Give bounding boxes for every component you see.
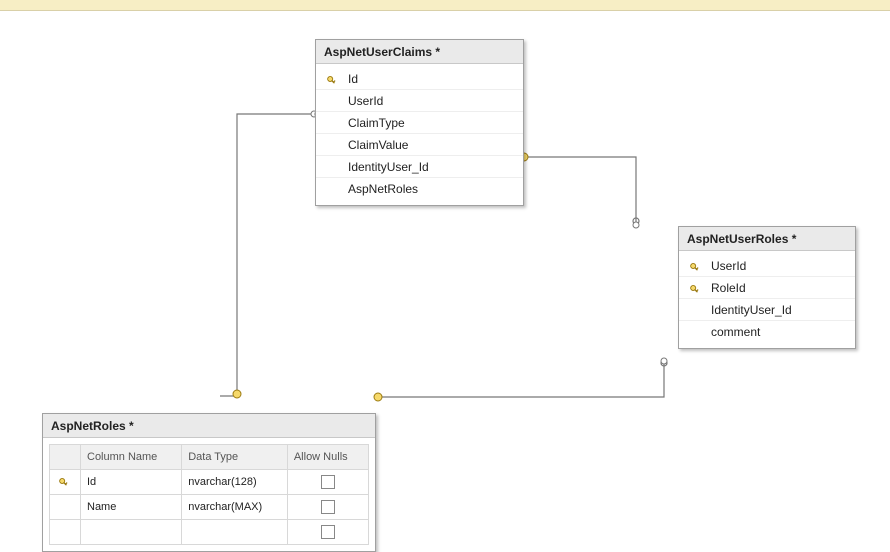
column-row[interactable]: RoleId [679,276,855,298]
table-title: AspNetUserClaims * [316,40,523,64]
cell-column-name[interactable]: Name [81,495,182,520]
cell-data-type[interactable]: nvarchar(128) [182,470,288,495]
diagram-canvas[interactable]: AspNetUserClaims * Id UserId ClaimType C… [0,11,890,551]
primary-key-icon [687,283,705,293]
column-row[interactable]: Id [316,68,523,89]
cell-allow-nulls[interactable] [287,520,368,545]
table-aspnetroles[interactable]: AspNetRoles * Column Name Data Type Allo… [42,413,376,552]
table-title: AspNetRoles * [43,414,375,438]
cell-allow-nulls[interactable] [287,495,368,520]
column-row[interactable]: ClaimType [316,111,523,133]
cell-data-type[interactable]: nvarchar(MAX) [182,495,288,520]
column-name: ClaimValue [342,138,515,152]
grid-row[interactable]: Name nvarchar(MAX) [50,495,369,520]
checkbox-icon[interactable] [321,525,335,539]
header-data-type: Data Type [182,445,288,470]
column-row[interactable]: AspNetRoles [316,177,523,199]
column-name: UserId [342,94,515,108]
header-column-name: Column Name [81,445,182,470]
primary-key-icon [324,74,342,84]
column-row[interactable]: ClaimValue [316,133,523,155]
cell-data-type[interactable] [182,520,288,545]
column-name: comment [705,325,847,339]
grid-row[interactable]: Id nvarchar(128) [50,470,369,495]
key-placeholder [50,495,81,520]
column-name: AspNetRoles [342,182,515,196]
checkbox-icon[interactable] [321,475,335,489]
table-body: Column Name Data Type Allow Nulls Id nva… [43,438,375,551]
column-grid[interactable]: Column Name Data Type Allow Nulls Id nva… [49,444,369,545]
table-body: UserId RoleId IdentityUser_Id comment [679,251,855,348]
table-body: Id UserId ClaimType ClaimValue IdentityU… [316,64,523,205]
column-name: UserId [705,259,847,273]
table-aspnetuserroles[interactable]: AspNetUserRoles * UserId RoleId Identity… [678,226,856,349]
column-row[interactable]: comment [679,320,855,342]
column-name: ClaimType [342,116,515,130]
column-row[interactable]: UserId [679,255,855,276]
primary-key-icon [50,470,81,495]
checkbox-icon[interactable] [321,500,335,514]
table-aspnetuserclaims[interactable]: AspNetUserClaims * Id UserId ClaimType C… [315,39,524,206]
ribbon-strip [0,0,890,11]
grid-header-row: Column Name Data Type Allow Nulls [50,445,369,470]
column-row[interactable]: IdentityUser_Id [679,298,855,320]
cell-allow-nulls[interactable] [287,470,368,495]
column-row[interactable]: IdentityUser_Id [316,155,523,177]
column-name: Id [342,72,515,86]
grid-row[interactable] [50,520,369,545]
column-name: RoleId [705,281,847,295]
cell-column-name[interactable]: Id [81,470,182,495]
key-placeholder [50,520,81,545]
column-name: IdentityUser_Id [342,160,515,174]
primary-key-icon [687,261,705,271]
header-allow-nulls: Allow Nulls [287,445,368,470]
column-name: IdentityUser_Id [705,303,847,317]
table-title: AspNetUserRoles * [679,227,855,251]
cell-column-name[interactable] [81,520,182,545]
column-row[interactable]: UserId [316,89,523,111]
